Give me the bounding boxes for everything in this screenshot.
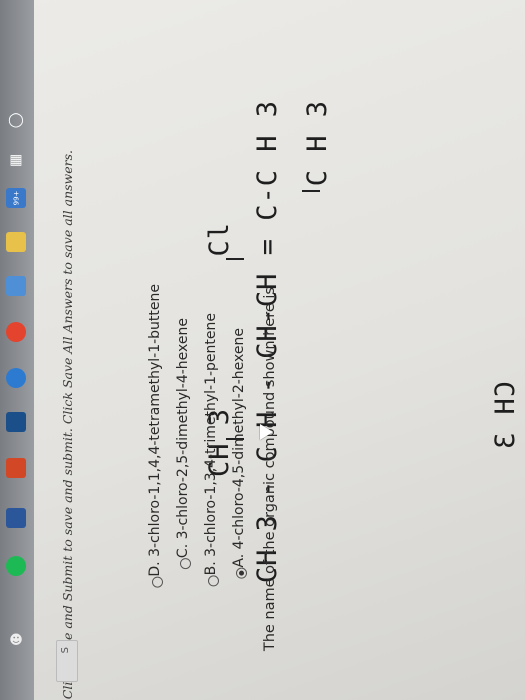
- save-hint: Click Save and Submit to save and submit…: [60, 150, 75, 700]
- option-a-label: A. 4-chloro-4,5-dimethyl-2-hexene: [231, 328, 247, 568]
- option-c-label: C. 3-chloro-2,5-dimethyl-4-hexene: [175, 318, 191, 559]
- option-a[interactable]: A. 4-chloro-4,5-dimethyl-2-hexene: [231, 0, 253, 700]
- mail-icon[interactable]: 99+: [6, 188, 26, 208]
- save-hint-wrap: Click Save and Submit to save and submit…: [60, 0, 80, 700]
- screen: CH 3 CH 3 Cl CH 3 - C H - CH-CH = C-C H …: [0, 0, 525, 700]
- option-b-label: B. 3-chloro-1,3,4-trimethyl-1-pentene: [203, 313, 219, 576]
- option-b[interactable]: B. 3-chloro-1,3,4-trimethyl-1-pentene: [203, 0, 225, 700]
- edge-icon[interactable]: [6, 368, 26, 388]
- powerpoint-icon[interactable]: [6, 458, 26, 478]
- question-text-wrap: The name of the organic compound shown h…: [262, 0, 286, 700]
- option-c[interactable]: C. 3-chloro-2,5-dimethyl-4-hexene: [175, 0, 197, 700]
- save-button[interactable]: S: [56, 640, 78, 682]
- task-view-icon[interactable]: ▦: [6, 150, 26, 170]
- people-icon[interactable]: ☻: [6, 630, 26, 650]
- formula-bottom-row: C H 3: [300, 0, 340, 700]
- radio-d[interactable]: [152, 576, 163, 588]
- radio-a-selected[interactable]: [236, 567, 247, 579]
- spotify-icon[interactable]: [6, 556, 26, 576]
- question-panel: CH 3 CH 3 Cl CH 3 - C H - CH-CH = C-C H …: [0, 0, 525, 700]
- question-text: The name of the organic compound shown h…: [262, 287, 278, 652]
- taskbar: ◯ ▦ 99+ ☻: [0, 0, 34, 700]
- option-d[interactable]: D. 3-chloro-1,1,4,4-tetramethyl-1-butten…: [147, 0, 169, 700]
- radio-c[interactable]: [180, 558, 191, 570]
- clock-icon[interactable]: ◯: [6, 110, 26, 130]
- formula-top-sub-left: CH 3: [490, 380, 521, 450]
- store-icon[interactable]: [6, 276, 26, 296]
- formula-ch3-bottom: C H 3: [302, 100, 333, 187]
- mail-badge: 99+: [12, 190, 20, 206]
- file-explorer-icon[interactable]: [6, 232, 26, 252]
- option-d-label: D. 3-chloro-1,1,4,4-tetramethyl-1-butten…: [147, 284, 163, 577]
- chrome-icon[interactable]: [6, 322, 26, 342]
- mouse-cursor: [260, 424, 273, 440]
- save-button-label: S: [60, 647, 71, 654]
- photoshop-icon[interactable]: [6, 412, 26, 432]
- word-icon[interactable]: [6, 508, 26, 528]
- radio-b[interactable]: [208, 575, 219, 587]
